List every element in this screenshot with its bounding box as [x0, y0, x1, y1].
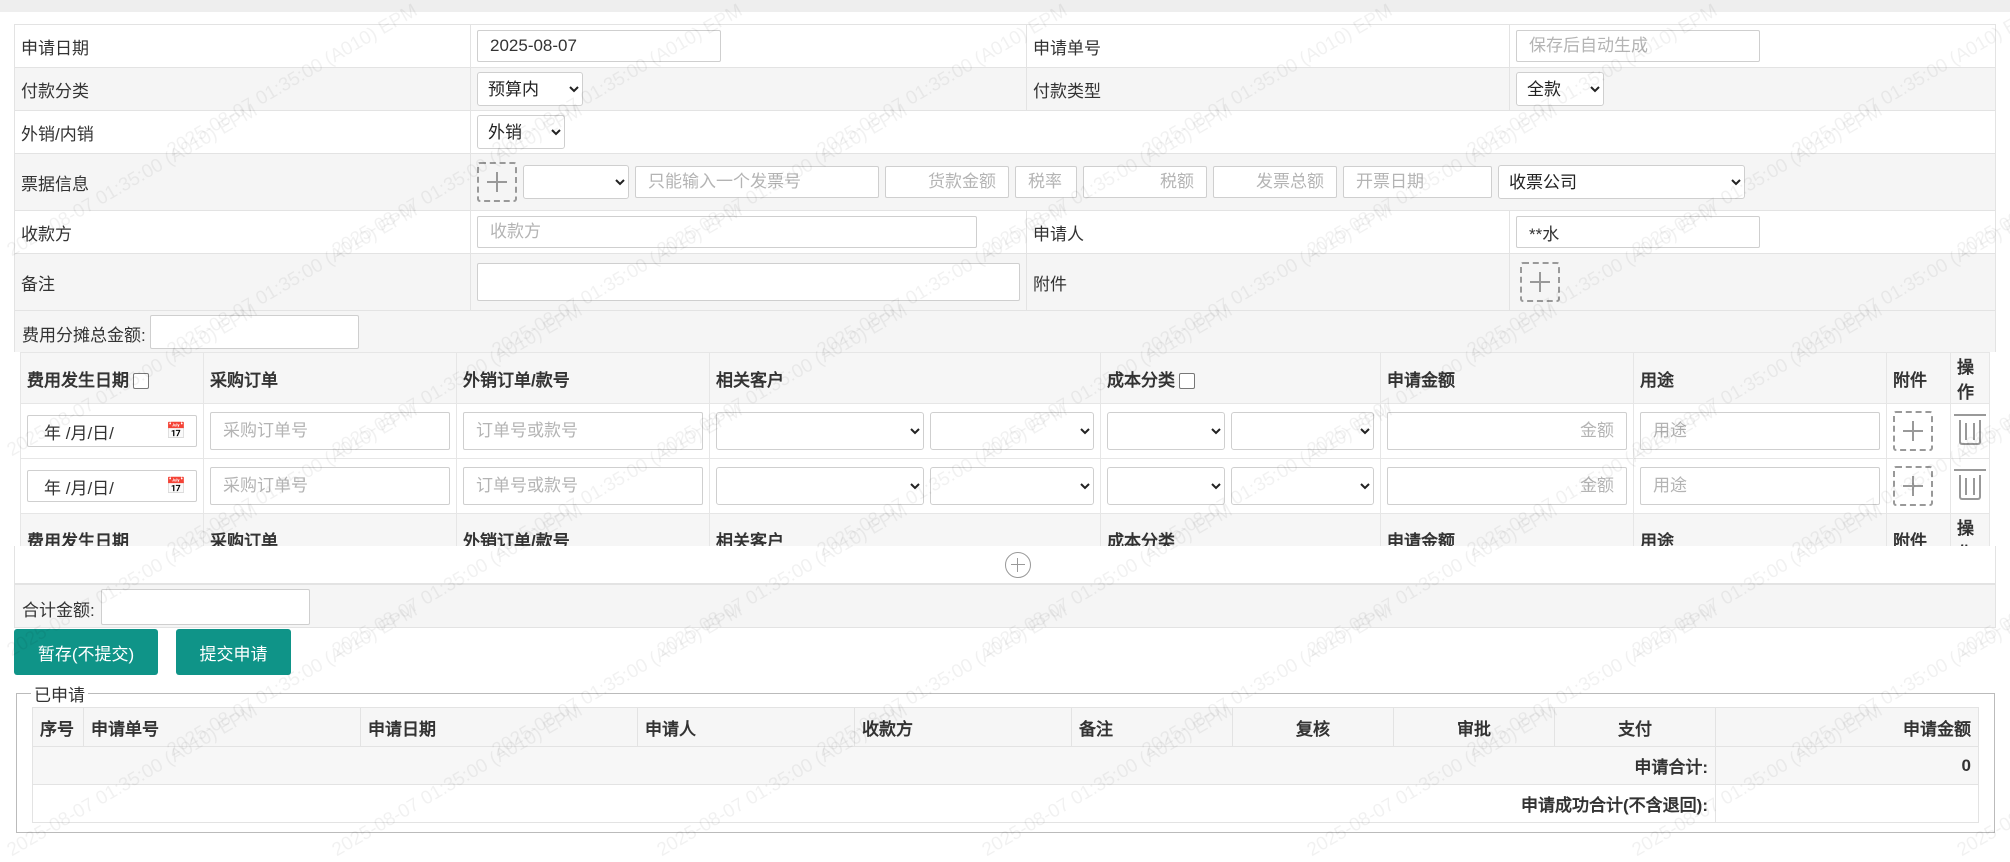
applied-col-pay: 支付 — [1554, 707, 1716, 747]
col-header-order: 外销订单/款号 — [456, 352, 710, 404]
tax-amount-input[interactable] — [1083, 166, 1207, 198]
col-header-customer: 相关客户 — [709, 352, 1101, 404]
applied-table: 序号 申请单号 申请日期 申请人 收款方 备注 复核 审批 支付 申请金额 申请… — [32, 707, 1979, 823]
pay-type-select[interactable]: 全款 — [1516, 72, 1604, 106]
date-input-text: 年 /月/日/ — [44, 423, 114, 443]
delete-row-icon[interactable] — [1954, 469, 1986, 500]
add-row-icon[interactable] — [1005, 552, 1031, 578]
date-input[interactable]: 年 /月/日/ 📅 — [27, 470, 197, 502]
applied-legend: 已申请 — [34, 686, 85, 705]
delete-row-icon[interactable] — [1954, 414, 1986, 445]
col-header-attachment: 附件 — [1886, 352, 1951, 404]
invoice-company-select[interactable]: 收票公司 — [1498, 165, 1745, 199]
cost-subcategory-select[interactable] — [1231, 467, 1374, 505]
add-invoice-icon[interactable] — [477, 162, 517, 202]
col-header-cost-category-text: 成本分类 — [1107, 370, 1175, 390]
calendar-icon[interactable]: 📅 — [166, 476, 186, 496]
cost-category-select[interactable] — [1107, 467, 1225, 505]
add-attachment-icon[interactable] — [1520, 262, 1560, 302]
calendar-icon[interactable]: 📅 — [166, 421, 186, 441]
applicant-input[interactable] — [1516, 216, 1760, 248]
attachment-label: 附件 — [1026, 253, 1510, 311]
applicant-label: 申请人 — [1026, 210, 1510, 254]
applied-col-review: 复核 — [1232, 707, 1394, 747]
applied-success-sum-value — [1715, 784, 1979, 823]
pay-category-label: 付款分类 — [14, 67, 471, 111]
table-row: 年 /月/日/ 📅 — [20, 458, 1990, 514]
apply-date-label: 申请日期 — [14, 24, 471, 68]
total-input[interactable] — [101, 589, 310, 625]
cost-category-checkbox[interactable] — [1179, 373, 1195, 390]
col-header-amount: 申请金额 — [1380, 352, 1634, 404]
customer-sub-select[interactable] — [930, 467, 1094, 505]
table-row: 年 /月/日/ 📅 — [20, 403, 1990, 459]
save-draft-button[interactable]: 暂存(不提交) — [14, 629, 158, 675]
col-header-po: 采购订单 — [203, 352, 457, 404]
amount-input[interactable] — [1387, 467, 1627, 505]
customer-sub-select[interactable] — [930, 412, 1094, 450]
sales-select[interactable]: 外销 — [477, 115, 565, 149]
col-header-cost-category: 成本分类 — [1100, 352, 1381, 404]
amount-input[interactable] — [1387, 412, 1627, 450]
customer-select[interactable] — [716, 467, 924, 505]
invoice-date-input[interactable] — [1343, 166, 1492, 198]
applied-col-approve: 审批 — [1393, 707, 1555, 747]
invoice-type-select[interactable] — [523, 165, 629, 199]
col-header-use: 用途 — [1633, 352, 1887, 404]
applied-col-no: 申请单号 — [83, 707, 361, 747]
alloc-total-label: 费用分摊总金额: — [22, 326, 146, 345]
invoice-label: 票据信息 — [14, 153, 471, 211]
order-input[interactable] — [463, 467, 703, 505]
expense-items-table: 费用发生日期 采购订单 外销订单/款号 相关客户 成本分类 申请金额 用途 附件… — [20, 352, 1990, 565]
remark-label: 备注 — [14, 253, 471, 311]
goods-amount-input[interactable] — [885, 166, 1009, 198]
customer-select[interactable] — [716, 412, 924, 450]
date-select-checkbox[interactable] — [133, 373, 149, 390]
add-row-bar — [14, 546, 1996, 584]
order-input[interactable] — [463, 412, 703, 450]
apply-no-input[interactable] — [1516, 30, 1760, 62]
submit-button[interactable]: 提交申请 — [176, 629, 291, 675]
col-header-date-text: 费用发生日期 — [27, 370, 129, 390]
use-input[interactable] — [1640, 412, 1880, 450]
tax-rate-input[interactable] — [1015, 166, 1077, 198]
date-input[interactable]: 年 /月/日/ 📅 — [27, 415, 197, 447]
applied-col-payee: 收款方 — [854, 707, 1072, 747]
applied-success-sum-label: 申请成功合计(不含退回): — [32, 784, 1716, 823]
cost-category-select[interactable] — [1107, 412, 1225, 450]
payee-label: 收款方 — [14, 210, 471, 254]
col-header-action: 操作 — [1950, 352, 1990, 404]
applied-col-applicant: 申请人 — [637, 707, 855, 747]
add-item-attachment-icon[interactable] — [1893, 466, 1933, 506]
apply-no-label: 申请单号 — [1026, 24, 1510, 68]
application-form: 申请日期 申请单号 付款分类 预算内 付款类型 全款 外销/内销 外销 票据信息… — [14, 24, 1996, 311]
cost-subcategory-select[interactable] — [1231, 412, 1374, 450]
alloc-total-row: 费用分摊总金额: — [14, 310, 1996, 352]
top-bar — [0, 0, 2010, 12]
sales-label: 外销/内销 — [14, 110, 471, 154]
total-row: 合计金额: — [14, 584, 1996, 628]
po-input[interactable] — [210, 467, 450, 505]
alloc-total-input[interactable] — [150, 315, 359, 349]
invoice-total-input[interactable] — [1213, 166, 1337, 198]
applied-sum-label: 申请合计: — [32, 746, 1716, 785]
use-input[interactable] — [1640, 467, 1880, 505]
applied-col-index: 序号 — [32, 707, 84, 747]
col-header-date: 费用发生日期 — [20, 352, 204, 404]
applied-col-remark: 备注 — [1071, 707, 1233, 747]
remark-input[interactable] — [477, 263, 1020, 301]
applied-sum-value: 0 — [1715, 746, 1979, 785]
date-input-text: 年 /月/日/ — [44, 478, 114, 498]
pay-category-select[interactable]: 预算内 — [477, 72, 583, 106]
total-label: 合计金额: — [22, 601, 95, 620]
po-input[interactable] — [210, 412, 450, 450]
add-item-attachment-icon[interactable] — [1893, 411, 1933, 451]
invoice-no-input[interactable] — [635, 166, 879, 198]
apply-date-input[interactable] — [477, 30, 721, 62]
pay-type-label: 付款类型 — [1026, 67, 1510, 111]
payee-input[interactable] — [477, 216, 977, 248]
applied-col-date: 申请日期 — [360, 707, 638, 747]
applied-col-amount: 申请金额 — [1715, 707, 1979, 747]
